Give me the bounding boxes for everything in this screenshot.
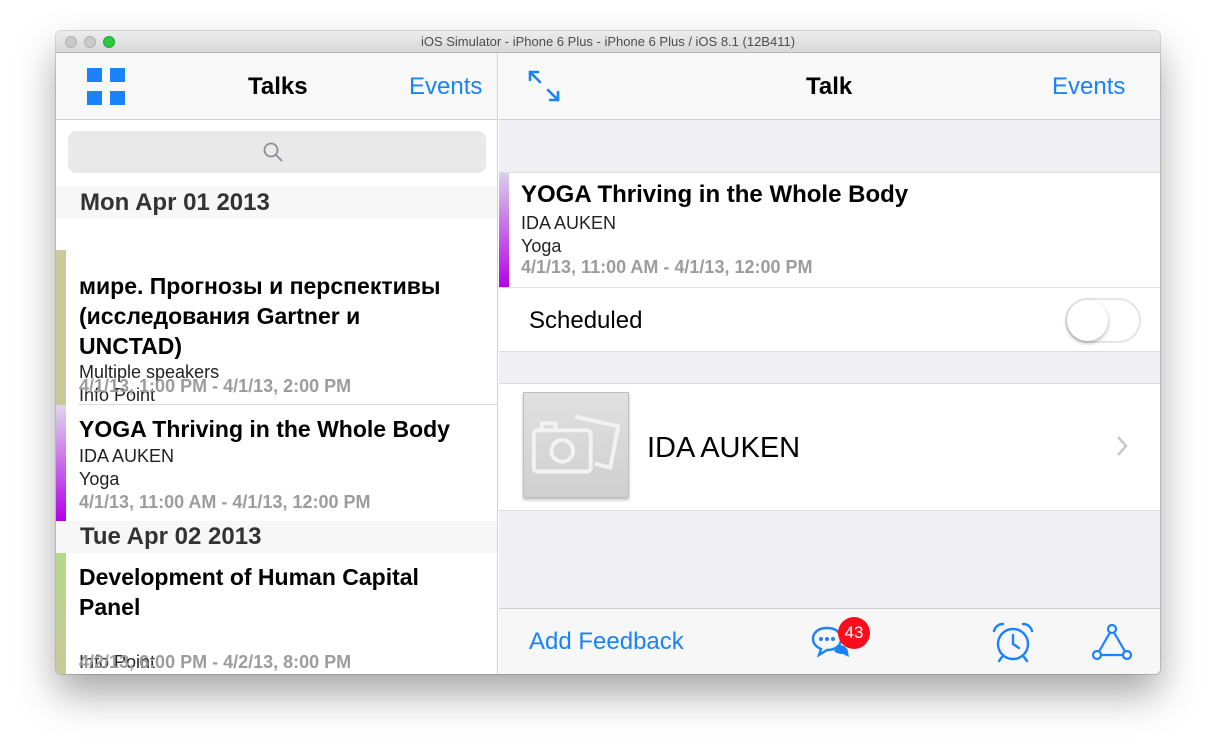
talks-navbar: Talks Events [56,53,497,120]
scheduled-label: Scheduled [529,307,643,334]
talk-color-bar [499,173,509,288]
simulator-screen: Talks Events мире. Прогнозы и перспектив… [56,53,1160,674]
events-link-right[interactable]: Events [1052,53,1125,120]
talk-color-bar [56,250,66,405]
events-link-left[interactable]: Events [409,53,482,120]
share-icon[interactable] [1091,623,1133,661]
talk-color-bar [56,405,66,521]
simulator-window: iOS Simulator - iPhone 6 Plus - iPhone 6… [56,31,1160,674]
section-header-tue: Tue Apr 02 2013 [56,521,497,553]
detail-location: Yoga [521,236,562,256]
talk-title: Talk [806,73,853,100]
window-titlebar: iOS Simulator - iPhone 6 Plus - iPhone 6… [56,31,1160,53]
camera-placeholder-icon [531,414,621,474]
speaker-card[interactable]: IDA AUKEN [499,383,1160,511]
scheduled-row: Scheduled [499,287,1160,352]
section-header-mon: Mon Apr 01 2013 [56,187,497,219]
talk-title-line: (исследования Gartner и [79,303,361,329]
talk-time: 4/2/13, 6:00 PM - 4/2/13, 8:00 PM [79,652,352,672]
talk-location: Yoga [79,469,120,489]
add-feedback-button[interactable]: Add Feedback [529,609,684,674]
alarm-icon[interactable] [991,621,1035,663]
close-window-button[interactable] [65,36,77,48]
talk-title-line: мире. Прогнозы и перспективы [79,273,441,299]
search-icon [263,142,283,162]
talk-time: 4/1/13, 1:00 PM - 4/1/13, 2:00 PM [79,376,352,396]
bottom-toolbar: Add Feedback 43 [499,608,1160,674]
talk-title: YOGA Thriving in the Whole Body [79,416,450,442]
talk-speaker: IDA AUKEN [79,446,175,466]
feedback-count-badge: 43 [838,617,870,649]
talk-title-line: Panel [79,594,141,620]
avatar [523,392,629,498]
chevron-right-icon [1117,436,1128,456]
talk-row-2[interactable]: YOGA Thriving in the Whole Body IDA AUKE… [56,405,497,521]
detail-speaker: IDA AUKEN [521,213,617,233]
detail-talk-title: YOGA Thriving in the Whole Body [521,181,909,208]
talk-detail-card: YOGA Thriving in the Whole Body IDA AUKE… [499,172,1160,288]
detail-time: 4/1/13, 11:00 AM - 4/1/13, 12:00 PM [521,257,813,277]
talk-time: 4/1/13, 11:00 AM - 4/1/13, 12:00 PM [79,492,371,512]
zoom-window-button[interactable] [103,36,115,48]
minimize-window-button[interactable] [84,36,96,48]
talk-title-line: UNCTAD) [79,333,183,359]
window-title: iOS Simulator - iPhone 6 Plus - iPhone 6… [420,34,796,49]
grid-icon[interactable] [87,68,125,105]
search-bar [56,120,497,185]
talk-detail-pane: Talk Events YOGA Thriving in the Whole B… [499,53,1160,674]
scheduled-toggle[interactable] [1065,298,1141,343]
expand-icon[interactable] [527,69,561,103]
talks-title: Talks [248,73,308,100]
talk-title-line: Development of Human Capital [79,564,419,590]
toggle-knob [1067,300,1108,341]
talks-list-pane: Talks Events мире. Прогнозы и перспектив… [56,53,498,674]
talk-navbar: Talk Events [499,53,1160,120]
search-input[interactable] [68,131,486,173]
speaker-name: IDA AUKEN [647,432,801,464]
talk-color-bar [56,553,66,674]
